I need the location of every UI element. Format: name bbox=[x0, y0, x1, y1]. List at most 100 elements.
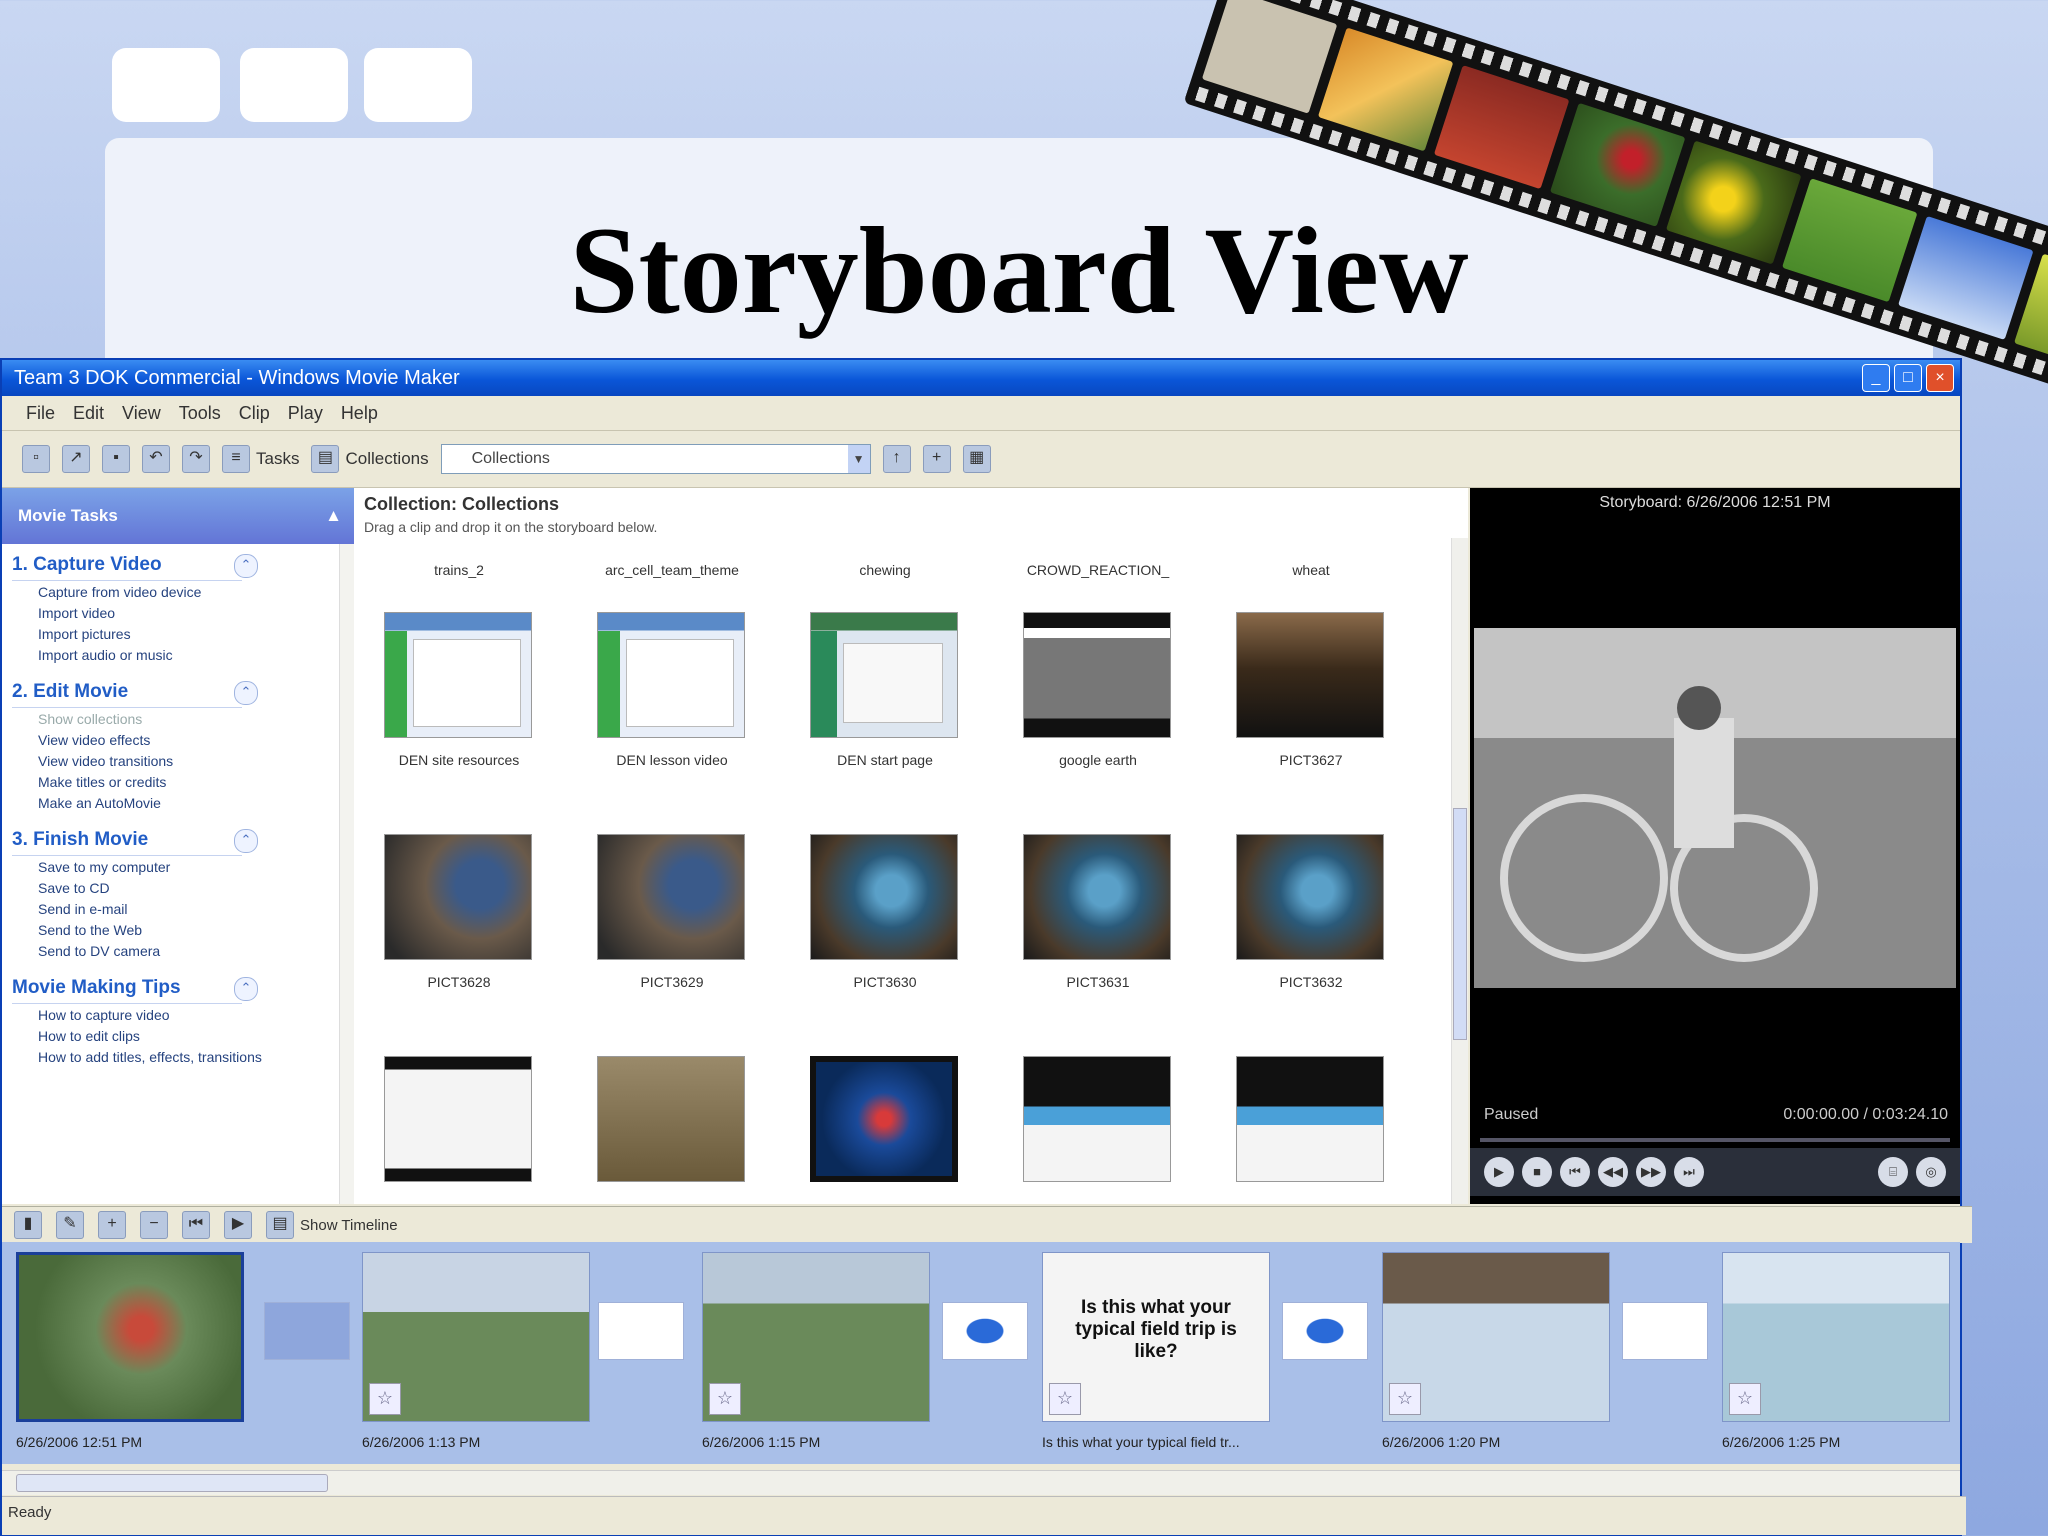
up-folder-icon[interactable]: ↑ bbox=[882, 445, 911, 473]
storyboard-transition[interactable] bbox=[1622, 1302, 1708, 1360]
clip-tile[interactable]: PICT3628 bbox=[384, 834, 534, 990]
play-storyboard-icon[interactable]: ▶ bbox=[224, 1211, 252, 1239]
task-link[interactable]: Import audio or music bbox=[12, 644, 354, 665]
clip-tile[interactable] bbox=[1236, 1056, 1386, 1182]
play-icon[interactable]: ▶ bbox=[1484, 1157, 1514, 1187]
collection-scroll-thumb[interactable] bbox=[1453, 808, 1467, 1040]
menu-help[interactable]: Help bbox=[341, 403, 378, 424]
task-link[interactable]: Make an AutoMovie bbox=[12, 792, 354, 813]
menu-clip[interactable]: Clip bbox=[239, 403, 270, 424]
open-project-icon[interactable]: ↗ bbox=[62, 445, 90, 473]
storyboard-clip[interactable]: ☆ bbox=[362, 1252, 590, 1422]
clip-tile[interactable] bbox=[597, 1056, 747, 1182]
storyboard-transition[interactable] bbox=[1282, 1302, 1368, 1360]
task-link[interactable]: Capture from video device bbox=[12, 581, 354, 602]
star-icon: ☆ bbox=[369, 1383, 401, 1415]
task-link[interactable]: How to capture video bbox=[12, 1004, 354, 1025]
section-collapse-icon[interactable]: ⌃ bbox=[234, 681, 258, 705]
next-frame-icon[interactable]: ⏭ bbox=[1674, 1157, 1704, 1187]
show-timeline-button[interactable]: ▤ Show Timeline bbox=[266, 1211, 398, 1239]
storyboard-clip[interactable]: ☆ bbox=[1382, 1252, 1610, 1422]
menu-play[interactable]: Play bbox=[288, 403, 323, 424]
split-icon[interactable]: ⌸ bbox=[1878, 1157, 1908, 1187]
show-timeline-label: Show Timeline bbox=[300, 1216, 398, 1234]
clip-tile[interactable] bbox=[1023, 1056, 1173, 1182]
clip-tile[interactable]: google earth bbox=[1023, 612, 1173, 768]
stop-icon[interactable]: ■ bbox=[1522, 1157, 1552, 1187]
section-collapse-icon[interactable]: ⌃ bbox=[234, 977, 258, 1001]
previous-frame-icon[interactable]: ⏮ bbox=[1560, 1157, 1590, 1187]
menu-file[interactable]: File bbox=[26, 403, 55, 424]
storyboard-clip[interactable] bbox=[16, 1252, 244, 1422]
clip-tile[interactable]: DEN lesson video bbox=[597, 612, 747, 768]
redo-icon[interactable]: ↷ bbox=[182, 445, 210, 473]
section-collapse-icon[interactable]: ⌃ bbox=[234, 829, 258, 853]
rewind-storyboard-icon[interactable]: ⏮ bbox=[182, 1211, 210, 1239]
maximize-button[interactable]: □ bbox=[1894, 364, 1922, 392]
snapshot-icon[interactable]: ◎ bbox=[1916, 1157, 1946, 1187]
minimize-button[interactable]: _ bbox=[1862, 364, 1890, 392]
collections-combo[interactable]: Collections ▼ bbox=[440, 444, 871, 474]
clip-caption: 6/26/2006 1:13 PM bbox=[362, 1434, 481, 1450]
monitor-seek-bar[interactable] bbox=[1480, 1138, 1950, 1142]
menu-view[interactable]: View bbox=[122, 403, 161, 424]
task-link[interactable]: Send to the Web bbox=[12, 919, 354, 940]
task-link[interactable]: Send in e-mail bbox=[12, 898, 354, 919]
storyboard-clip[interactable]: ☆ bbox=[702, 1252, 930, 1422]
close-button[interactable]: × bbox=[1926, 364, 1954, 392]
clip-thumbnail bbox=[597, 612, 745, 738]
storyboard-clip[interactable]: ☆ bbox=[1722, 1252, 1950, 1422]
menu-tools[interactable]: Tools bbox=[179, 403, 221, 424]
storyboard: ☆ ☆ Is this what your typical field trip… bbox=[2, 1242, 1960, 1464]
save-project-icon[interactable]: ▪ bbox=[102, 445, 130, 473]
zoom-out-icon[interactable]: − bbox=[140, 1211, 168, 1239]
clip-tile[interactable]: PICT3631 bbox=[1023, 834, 1173, 990]
clip-thumbnail bbox=[384, 834, 532, 960]
task-link[interactable]: View video transitions bbox=[12, 750, 354, 771]
rewind-icon[interactable]: ◀◀ bbox=[1598, 1157, 1628, 1187]
taskpane-scrollbar[interactable] bbox=[339, 544, 354, 1204]
new-folder-icon[interactable]: + bbox=[922, 445, 951, 473]
storyboard-transition[interactable] bbox=[264, 1302, 350, 1360]
clip-tile[interactable]: DEN site resources bbox=[384, 612, 534, 768]
storyboard-scroll-thumb[interactable] bbox=[16, 1474, 328, 1492]
storyboard-transition[interactable] bbox=[598, 1302, 684, 1360]
views-icon[interactable]: ▦ bbox=[962, 445, 991, 473]
set-audio-levels-icon[interactable]: ▮ bbox=[14, 1211, 42, 1239]
task-link[interactable]: Import pictures bbox=[12, 623, 354, 644]
task-link[interactable]: How to edit clips bbox=[12, 1025, 354, 1046]
collapse-icon[interactable]: ▲ bbox=[325, 488, 342, 544]
section-collapse-icon[interactable]: ⌃ bbox=[234, 554, 258, 578]
tasks-button[interactable]: ≡ Tasks bbox=[222, 445, 299, 473]
chevron-down-icon[interactable]: ▼ bbox=[847, 445, 870, 473]
storyboard-title-clip[interactable]: Is this what your typical field trip is … bbox=[1042, 1252, 1270, 1422]
clip-tile[interactable]: PICT3630 bbox=[810, 834, 960, 990]
clip-tile[interactable]: PICT3632 bbox=[1236, 834, 1386, 990]
undo-icon[interactable]: ↶ bbox=[142, 445, 170, 473]
task-link[interactable]: View video effects bbox=[12, 729, 354, 750]
zoom-in-icon[interactable]: + bbox=[98, 1211, 126, 1239]
clip-tile[interactable] bbox=[384, 1056, 534, 1182]
task-link[interactable]: Send to DV camera bbox=[12, 940, 354, 961]
clip-tile[interactable] bbox=[810, 1056, 960, 1182]
clip-caption: 6/26/2006 12:51 PM bbox=[16, 1434, 143, 1450]
movie-tasks-header[interactable]: Movie Tasks ▲ bbox=[2, 488, 354, 544]
narrate-icon[interactable]: ✎ bbox=[56, 1211, 84, 1239]
storyboard-transition[interactable] bbox=[942, 1302, 1028, 1360]
collection-scrollbar[interactable] bbox=[1451, 538, 1468, 1204]
task-link[interactable]: How to add titles, effects, transitions bbox=[12, 1046, 354, 1067]
menu-edit[interactable]: Edit bbox=[73, 403, 104, 424]
clip-tile[interactable]: PICT3629 bbox=[597, 834, 747, 990]
storyboard-scrollbar[interactable] bbox=[2, 1470, 1960, 1495]
task-link[interactable]: Save to CD bbox=[12, 877, 354, 898]
clip-tile[interactable]: PICT3627 bbox=[1236, 612, 1386, 768]
clip-label: CROWD_REACTION_ bbox=[1026, 562, 1170, 578]
task-link[interactable]: Save to my computer bbox=[12, 856, 354, 877]
task-link[interactable]: Import video bbox=[12, 602, 354, 623]
collections-button[interactable]: ▤ Collections bbox=[311, 445, 429, 473]
task-link[interactable]: Show collections bbox=[12, 708, 354, 729]
fast-forward-icon[interactable]: ▶▶ bbox=[1636, 1157, 1666, 1187]
new-project-icon[interactable]: ▫ bbox=[22, 445, 50, 473]
clip-tile[interactable]: DEN start page bbox=[810, 612, 960, 768]
task-link[interactable]: Make titles or credits bbox=[12, 771, 354, 792]
